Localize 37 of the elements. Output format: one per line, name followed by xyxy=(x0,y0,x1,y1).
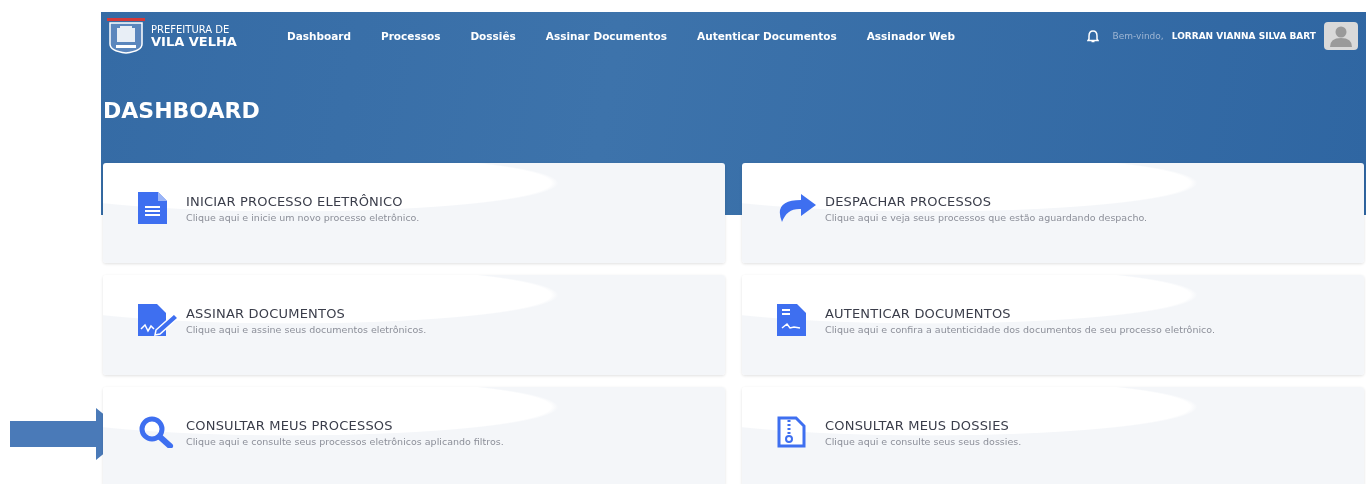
dashboard-card[interactable]: CONSULTAR MEUS DOSSIES Clique aqui e consulte seus seus dossies. xyxy=(742,387,1364,484)
card-description: Clique aqui e confira a autenticidade dos documentos de seu processo eletrônico. xyxy=(825,323,1215,335)
dashboard-card[interactable]: AUTENTICAR DOCUMENTOS Clique aqui e confira a autenticidade dos documentos de seu processo eletrônico. xyxy=(742,275,1364,375)
coat-of-arms-logo xyxy=(107,18,145,54)
card-description: Clique aqui e inicie um novo processo eletrônico. xyxy=(186,211,420,223)
card-title: CONSULTAR MEUS PROCESSOS xyxy=(186,417,394,433)
search-icon xyxy=(138,416,176,448)
brand-title: VILA VELHA xyxy=(151,34,237,48)
card-title: AUTENTICAR DOCUMENTOS xyxy=(825,305,1012,321)
nav-link[interactable]: Assinar Documentos xyxy=(545,30,668,42)
card-description: Clique aqui e consulte seus seus dossies. xyxy=(825,435,1022,447)
notification-bell-icon[interactable] xyxy=(1086,29,1099,43)
dashboard-card[interactable]: ASSINAR DOCUMENTOS Clique aqui e assine seus documentos eletrônicos. xyxy=(103,275,725,375)
share-arrow-icon xyxy=(777,194,816,222)
document-icon xyxy=(138,192,167,224)
page-title: DASHBOARD xyxy=(102,97,261,123)
card-description: Clique aqui e consulte seus processos eletrônicos aplicando filtros. xyxy=(186,435,504,447)
card-title: CONSULTAR MEUS DOSSIES xyxy=(825,417,1011,433)
document-signature-icon xyxy=(777,304,806,336)
brand-subtitle: PREFEITURA DE xyxy=(151,24,231,35)
signature-pen-icon xyxy=(138,304,180,336)
card-title: ASSINAR DOCUMENTOS xyxy=(186,305,347,321)
user-name[interactable]: LORRAN VIANNA SILVA BART xyxy=(1171,31,1316,41)
nav-link[interactable]: Dossiês xyxy=(470,30,516,42)
nav-link[interactable]: Assinador Web xyxy=(866,30,955,42)
nav-link[interactable]: Dashboard xyxy=(286,30,351,42)
welcome-text: Bem-vindo, xyxy=(1112,31,1164,41)
card-title: DESPACHAR PROCESSOS xyxy=(825,193,993,209)
nav-link[interactable]: Autenticar Documentos xyxy=(697,30,837,42)
dashboard-card[interactable]: DESPACHAR PROCESSOS Clique aqui e veja seus processos que estão aguardando despacho. xyxy=(742,163,1364,263)
card-description: Clique aqui e assine seus documentos eletrônicos. xyxy=(186,323,427,335)
card-title: INICIAR PROCESSO ELETRÔNICO xyxy=(186,193,404,209)
dashboard-card[interactable]: INICIAR PROCESSO ELETRÔNICO Clique aqui e inicie um novo processo eletrônico. xyxy=(103,163,725,263)
nav-link[interactable]: Processos xyxy=(381,30,441,42)
card-description: Clique aqui e veja seus processos que estão aguardando despacho. xyxy=(825,211,1148,223)
dashboard-card[interactable]: CONSULTAR MEUS PROCESSOS Clique aqui e consulte seus processos eletrônicos aplicando filtros. xyxy=(103,387,725,484)
zip-file-icon xyxy=(777,416,806,448)
